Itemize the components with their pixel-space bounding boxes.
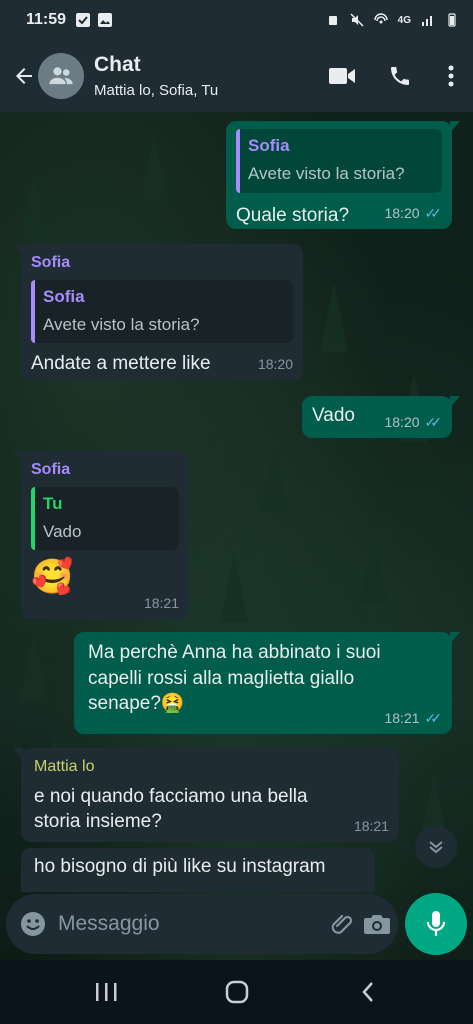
battery-icon bbox=[448, 13, 456, 27]
voice-call-button[interactable] bbox=[371, 52, 429, 100]
voice-message-button[interactable] bbox=[405, 893, 467, 955]
group-avatar-icon bbox=[49, 67, 73, 85]
group-avatar[interactable] bbox=[38, 53, 84, 99]
sender-name: Mattia lo bbox=[34, 758, 95, 775]
image-notification-icon bbox=[98, 13, 113, 27]
back-chevron-icon bbox=[361, 982, 373, 1002]
read-ticks-icon: ✓✓ bbox=[424, 205, 443, 222]
emoji-button[interactable] bbox=[20, 904, 46, 944]
system-back-button[interactable] bbox=[338, 967, 398, 1017]
system-nav-bar bbox=[0, 960, 473, 1024]
message-text: ho bisogno di più like su instagram bbox=[34, 856, 326, 877]
emoji-message: 🥰 bbox=[31, 558, 74, 597]
recent-apps-button[interactable] bbox=[76, 967, 136, 1017]
back-arrow-icon bbox=[16, 68, 32, 84]
check-notification-icon bbox=[76, 13, 91, 27]
mic-icon bbox=[426, 911, 446, 936]
message-composer bbox=[6, 894, 398, 954]
quoted-message[interactable]: Sofia Avete visto la storia? bbox=[236, 129, 442, 193]
message-outgoing[interactable]: Ma perchè Anna ha abbinato i suoi capell… bbox=[74, 632, 460, 734]
more-vert-icon bbox=[448, 65, 454, 87]
message-time: 18:21 bbox=[143, 595, 179, 612]
more-options-button[interactable] bbox=[429, 52, 473, 100]
phone-icon bbox=[391, 67, 409, 85]
read-ticks-icon: ✓✓ bbox=[424, 414, 443, 431]
quote-text: Avete visto la storia? bbox=[43, 314, 200, 334]
chat-header: Chat Mattia lo, Sofia, Tu bbox=[0, 40, 473, 112]
chat-area[interactable]: Sofia Avete visto la storia? Quale stori… bbox=[0, 112, 473, 960]
message-time: 18:21 bbox=[384, 710, 420, 727]
emoji-icon bbox=[21, 912, 45, 936]
attach-icon bbox=[331, 914, 353, 934]
message-time: 18:21 bbox=[353, 818, 389, 835]
chat-participants: Mattia lo, Sofia, Tu bbox=[94, 82, 219, 99]
message-outgoing[interactable]: Sofia Avete visto la storia? Quale stori… bbox=[226, 121, 460, 229]
chat-title: Chat bbox=[94, 53, 141, 76]
message-text: Andate a mettere like bbox=[31, 353, 211, 375]
message-outgoing[interactable]: Vado 18:20 ✓✓ bbox=[302, 396, 460, 438]
attach-button[interactable] bbox=[329, 904, 355, 944]
quote-author: Sofia bbox=[248, 136, 290, 155]
message-text: Vado bbox=[312, 405, 355, 426]
video-call-button[interactable] bbox=[313, 52, 371, 100]
mute-icon bbox=[350, 13, 364, 27]
scroll-down-button[interactable] bbox=[415, 826, 457, 868]
message-text: e noi quando facciamo una bella storia i… bbox=[34, 785, 308, 833]
message-incoming[interactable]: ho bisogno di più like su instagram bbox=[21, 848, 375, 892]
home-button[interactable] bbox=[207, 967, 267, 1017]
signal-icon bbox=[422, 16, 432, 26]
quote-author: Sofia bbox=[43, 286, 85, 306]
message-time: 18:20 bbox=[384, 414, 420, 431]
network-label: 4G bbox=[397, 14, 411, 26]
message-incoming[interactable]: Sofia Tu Vado 🥰 18:21 bbox=[13, 451, 189, 619]
read-ticks-icon: ✓✓ bbox=[424, 710, 443, 727]
camera-icon bbox=[364, 915, 390, 934]
alarm-icon bbox=[328, 16, 337, 25]
message-time: 18:20 bbox=[257, 356, 293, 373]
camera-button[interactable] bbox=[363, 904, 391, 944]
chevron-down-icon bbox=[429, 841, 443, 854]
sender-name: Sofia bbox=[31, 254, 71, 271]
chat-info[interactable]: Chat Mattia lo, Sofia, Tu bbox=[94, 53, 218, 99]
recent-apps-icon bbox=[95, 983, 116, 1001]
quote-text: Avete visto la storia? bbox=[248, 163, 405, 183]
sender-name: Sofia bbox=[31, 461, 71, 478]
message-time: 18:20 bbox=[384, 205, 420, 222]
message-text: Ma perchè Anna ha abbinato i suoi capell… bbox=[88, 642, 381, 715]
quoted-message[interactable]: Tu Vado bbox=[31, 486, 179, 551]
home-icon bbox=[225, 980, 248, 1004]
video-call-icon bbox=[329, 68, 355, 84]
message-input[interactable] bbox=[58, 912, 329, 936]
quote-author: Tu bbox=[43, 493, 63, 513]
hotspot-icon bbox=[373, 13, 388, 24]
status-bar: 11:59 4G bbox=[0, 0, 473, 40]
quoted-message[interactable]: Sofia Avete visto la storia? bbox=[31, 279, 293, 344]
quote-text: Vado bbox=[43, 521, 82, 541]
message-incoming[interactable]: Mattia lo e noi quando facciamo una bell… bbox=[13, 748, 399, 842]
message-incoming[interactable]: Sofia Sofia Avete visto la storia? Andat… bbox=[13, 244, 303, 380]
status-time: 11:59 bbox=[26, 11, 67, 28]
